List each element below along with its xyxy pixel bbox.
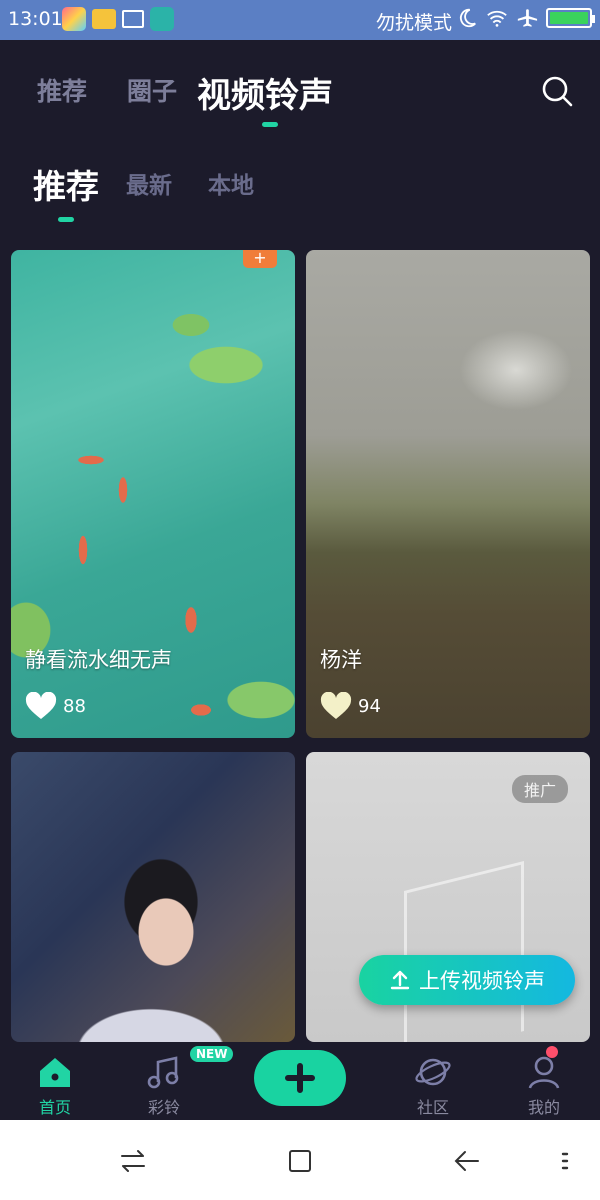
upload-video-ringtone-button[interactable]: 上传视频铃声 [359, 955, 575, 1005]
top-tab-indicator [262, 122, 278, 127]
battery-fill [550, 12, 588, 24]
back-icon[interactable] [452, 1146, 482, 1176]
nav-ringtone[interactable]: 彩铃 [129, 1052, 199, 1118]
dnd-label: 勿扰模式 [376, 12, 453, 34]
home-square-icon[interactable] [285, 1146, 315, 1176]
battery-icon [546, 8, 595, 28]
app-notification-icon [62, 7, 86, 31]
usb-icon [150, 7, 174, 31]
profile-icon [528, 1056, 560, 1089]
tab-video-ringtone[interactable]: 视频铃声 [197, 68, 333, 117]
subtab-local[interactable]: 本地 [208, 166, 254, 200]
tab-circle[interactable]: 圈子 [127, 72, 177, 108]
heart-icon[interactable] [320, 692, 352, 720]
new-badge: NEW [190, 1046, 234, 1062]
upload-icon [390, 970, 410, 990]
video-card[interactable] [11, 752, 295, 1042]
tab-recommend[interactable]: 推荐 [37, 72, 87, 108]
nav-me[interactable]: 我的 [509, 1052, 579, 1118]
nav-home-label: 首页 [38, 1098, 71, 1117]
status-time: 13:01 [8, 8, 63, 30]
music-note-icon [147, 1056, 179, 1089]
system-nav-bar [0, 1120, 600, 1200]
status-bar: 13:01 勿扰模式 [0, 0, 600, 40]
video-card[interactable]: + 静看流水细无声 88 [11, 250, 295, 738]
card-likes[interactable]: 94 [320, 692, 381, 720]
plus-icon [285, 1063, 315, 1093]
subtab-recommend[interactable]: 推荐 [33, 160, 99, 208]
subtab-latest[interactable]: 最新 [126, 166, 172, 200]
system-status-icons [456, 7, 595, 29]
card-title: 静看流水细无声 [25, 648, 172, 672]
card-likes[interactable]: 88 [25, 692, 86, 720]
nav-home[interactable]: 首页 [20, 1052, 90, 1118]
heart-icon[interactable] [25, 692, 57, 720]
nav-community-label: 社区 [416, 1098, 449, 1117]
add-button[interactable] [254, 1050, 346, 1106]
planet-icon [415, 1058, 451, 1086]
nav-me-label: 我的 [527, 1098, 560, 1117]
menu-icon[interactable] [555, 1146, 575, 1176]
airplane-icon [517, 9, 538, 27]
folder-icon [92, 9, 116, 29]
music-note-placeholder-icon [404, 861, 524, 1042]
notification-icons [62, 7, 174, 31]
bottom-nav: 首页 彩铃 NEW 社区 我的 [0, 1042, 600, 1120]
wifi-icon [487, 10, 507, 27]
nav-ringtone-label: 彩铃 [147, 1098, 180, 1117]
nav-community[interactable]: 社区 [398, 1052, 468, 1118]
search-icon[interactable] [540, 74, 574, 108]
video-card[interactable]: 杨洋 94 [306, 250, 590, 738]
moon-icon [459, 8, 476, 28]
upload-label: 上传视频铃声 [419, 969, 545, 993]
promo-badge: 推广 [511, 775, 568, 803]
card-title: 杨洋 [320, 648, 362, 672]
home-icon [40, 1058, 70, 1087]
corner-tag: + [243, 250, 277, 268]
like-count: 94 [358, 695, 381, 717]
broom-icon [122, 10, 144, 28]
switch-icon[interactable] [118, 1146, 148, 1176]
like-count: 88 [63, 695, 86, 717]
notification-dot [546, 1046, 558, 1058]
subtab-indicator [58, 217, 74, 222]
